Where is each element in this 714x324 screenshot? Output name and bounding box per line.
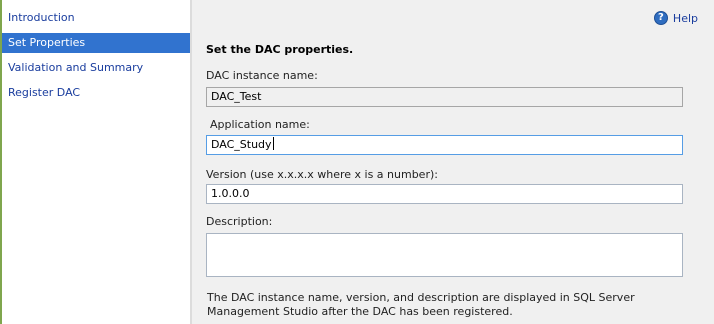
help-icon: ? xyxy=(653,11,668,25)
sidebar-item-introduction[interactable]: Introduction xyxy=(2,8,190,28)
sidebar-item-register-dac[interactable]: Register DAC xyxy=(2,83,190,103)
description-label: Description: xyxy=(206,215,273,228)
help-label: Help xyxy=(672,11,698,25)
sidebar-divider xyxy=(190,0,192,324)
page-title: Set the DAC properties. xyxy=(206,43,354,56)
instance-name-label: DAC instance name: xyxy=(206,69,318,82)
sidebar-item-validation-and-summary[interactable]: Validation and Summary xyxy=(2,58,190,78)
text-caret xyxy=(272,137,274,150)
sidebar-nav: Introduction Set Properties Validation a… xyxy=(0,0,190,324)
version-field[interactable]: 1.0.0.0 xyxy=(206,184,683,204)
version-label: Version (use x.x.x.x where x is a number… xyxy=(206,168,438,181)
description-textarea[interactable] xyxy=(206,233,683,277)
application-name-field[interactable]: DAC_Study xyxy=(206,135,683,155)
sidebar-item-set-properties[interactable]: Set Properties xyxy=(2,33,190,53)
application-name-value: DAC_Study xyxy=(211,138,272,151)
application-name-label: Application name: xyxy=(210,118,310,131)
help-button[interactable]: ? Help xyxy=(653,11,698,25)
info-note: The DAC instance name, version, and desc… xyxy=(207,291,635,318)
instance-name-field[interactable]: DAC_Test xyxy=(206,87,683,107)
